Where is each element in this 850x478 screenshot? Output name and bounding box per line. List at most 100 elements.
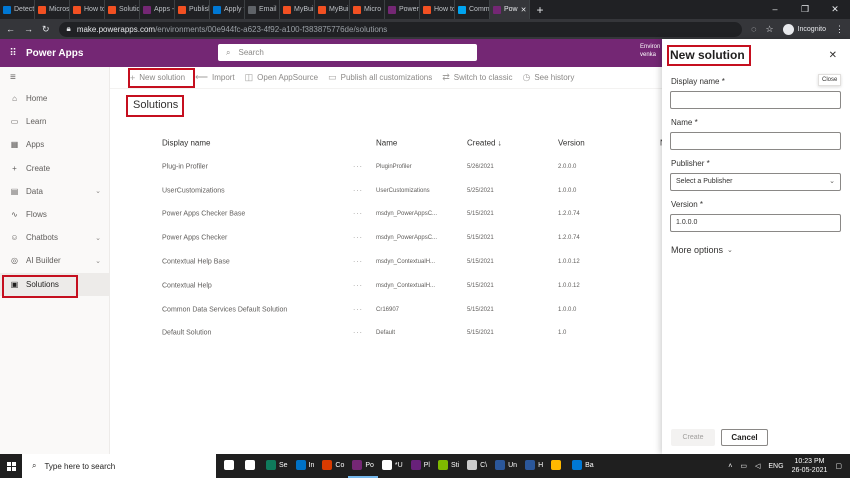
cell-display-name[interactable]: Contextual Help Base <box>162 259 230 266</box>
sidebar-item-apps[interactable]: ▦ Apps <box>0 133 109 156</box>
header-created[interactable]: Created ↓ <box>467 139 502 148</box>
table-row[interactable]: Contextual Help Base ··· msdyn_ContextualH… <box>110 250 662 274</box>
header-display-name[interactable]: Display name <box>162 139 210 148</box>
close-icon[interactable]: ✕ <box>829 50 837 61</box>
display-name-field[interactable] <box>670 91 841 109</box>
chevron-up-icon[interactable]: ˄ <box>728 463 732 470</box>
incognito-indicator[interactable]: Incognito <box>782 23 826 35</box>
table-row[interactable]: UserCustomizations ··· UserCustomizations 5… <box>110 179 662 203</box>
search-input[interactable]: ⌕ Search <box>218 44 477 61</box>
browser-tab[interactable]: How to <box>70 0 105 19</box>
taskbar-app[interactable]: *U <box>378 454 407 478</box>
cancel-button[interactable]: Cancel <box>721 429 768 446</box>
browser-tab[interactable]: Solutio <box>105 0 140 19</box>
taskbar-app[interactable] <box>220 454 241 478</box>
star-icon[interactable]: ☆ <box>766 24 774 35</box>
start-button[interactable] <box>0 454 22 478</box>
row-actions-icon[interactable]: ··· <box>353 282 363 289</box>
open-appsource-button[interactable]: ◫ Open AppSource <box>245 72 318 83</box>
more-options-toggle[interactable]: More options ⌄ <box>671 245 733 255</box>
version-field[interactable]: 1.0.0.0 <box>670 214 841 232</box>
browser-tab[interactable]: Micro <box>350 0 385 19</box>
cell-display-name[interactable]: Contextual Help <box>162 282 212 289</box>
taskbar-app[interactable] <box>547 454 568 478</box>
row-actions-icon[interactable]: ··· <box>353 330 363 337</box>
table-row[interactable]: Plug-in Profiler ··· PluginProfiler 5/26/20… <box>110 155 662 179</box>
taskbar-app[interactable]: In <box>292 454 319 478</box>
sidebar-item-chatbots[interactable]: ☺ Chatbots ⌄ <box>0 226 109 249</box>
cell-display-name[interactable]: Common Data Services Default Solution <box>162 306 287 313</box>
publisher-dropdown[interactable]: Select a Publisher ⌄ <box>670 173 841 191</box>
volume-icon[interactable]: ◁ <box>755 462 760 470</box>
chevron-down-icon[interactable]: ⌄ <box>95 257 101 265</box>
switch-classic-button[interactable]: ⇄ Switch to classic <box>442 72 512 83</box>
notifications-icon[interactable]: ▢ <box>835 462 842 470</box>
sidebar-item-learn[interactable]: ▭ Learn <box>0 110 109 133</box>
browser-tab[interactable]: Pow ✕ <box>490 0 530 19</box>
sidebar-item-solutions[interactable]: ▣ Solutions <box>0 272 109 296</box>
menu-icon[interactable]: ⋮ <box>835 24 844 35</box>
chevron-down-icon[interactable]: ⌄ <box>95 187 101 195</box>
header-name[interactable]: Name <box>376 139 397 148</box>
environment-picker[interactable]: Environ venka <box>640 43 660 59</box>
row-actions-icon[interactable]: ··· <box>353 235 363 242</box>
forward-icon[interactable]: → <box>24 24 33 34</box>
language-indicator[interactable]: ENG <box>768 463 783 470</box>
row-actions-icon[interactable]: ··· <box>353 306 363 313</box>
browser-tab[interactable]: Comm <box>455 0 490 19</box>
browser-tab[interactable]: MyBuil <box>315 0 350 19</box>
browser-tab[interactable]: Power <box>385 0 420 19</box>
row-actions-icon[interactable]: ··· <box>353 211 363 218</box>
minimize-button[interactable]: – <box>760 4 790 15</box>
waffle-icon[interactable]: ⠿ <box>0 48 26 59</box>
header-version[interactable]: Version <box>558 139 585 148</box>
back-icon[interactable]: ← <box>6 24 15 34</box>
taskbar-app[interactable]: C\ <box>463 454 491 478</box>
taskbar-app[interactable]: Sti <box>434 454 463 478</box>
create-button[interactable]: Create <box>671 429 715 446</box>
new-tab-button[interactable]: + <box>530 3 550 17</box>
browser-tab[interactable]: Detect <box>0 0 35 19</box>
clock[interactable]: 10:23 PM 26-05-2021 <box>792 457 828 475</box>
sidebar-item-data[interactable]: ▤ Data ⌄ <box>0 180 109 203</box>
publish-all-button[interactable]: ▭ Publish all customizations <box>328 72 432 83</box>
browser-tab[interactable]: Publish <box>175 0 210 19</box>
close-window-button[interactable]: ✕ <box>820 4 850 15</box>
row-actions-icon[interactable]: ··· <box>353 163 363 170</box>
name-field[interactable] <box>670 132 841 150</box>
import-button[interactable]: ⟵ Import <box>195 72 235 83</box>
browser-tab[interactable]: MyBuil <box>280 0 315 19</box>
cell-display-name[interactable]: Default Solution <box>162 330 211 337</box>
address-bar[interactable]: 🔒︎ make.powerapps.com/environments/00e94… <box>58 21 743 37</box>
app-name[interactable]: Power Apps <box>26 48 83 59</box>
see-history-button[interactable]: ◷ See history <box>522 72 574 83</box>
taskbar-app[interactable] <box>241 454 262 478</box>
sidebar-item-create[interactable]: + Create <box>0 157 109 180</box>
taskbar-app[interactable]: H <box>521 454 547 478</box>
cell-display-name[interactable]: Power Apps Checker Base <box>162 211 245 218</box>
taskbar-app[interactable]: Se <box>262 454 292 478</box>
eye-off-icon[interactable]: ◌ <box>751 24 756 34</box>
maximize-button[interactable]: ❐ <box>790 4 820 15</box>
taskbar-app[interactable]: Pl <box>407 454 434 478</box>
row-actions-icon[interactable]: ··· <box>353 259 363 266</box>
cell-display-name[interactable]: Power Apps Checker <box>162 235 227 242</box>
network-icon[interactable]: ▭ <box>740 462 747 470</box>
browser-tab[interactable]: Micros <box>35 0 70 19</box>
taskbar-app[interactable]: Un <box>491 454 521 478</box>
taskbar-app[interactable]: Co <box>318 454 348 478</box>
browser-tab[interactable]: How to <box>420 0 455 19</box>
table-row[interactable]: Default Solution ··· Default 5/15/2021 1.0 <box>110 322 662 346</box>
taskbar-search[interactable]: ⌕ Type here to search <box>22 454 216 478</box>
new-solution-button[interactable]: + New solution <box>130 73 185 83</box>
taskbar-app[interactable]: Po <box>348 454 378 478</box>
table-row[interactable]: Power Apps Checker Base ··· msdyn_PowerApp… <box>110 203 662 227</box>
table-row[interactable]: Power Apps Checker ··· msdyn_PowerAppsC...… <box>110 226 662 250</box>
cell-display-name[interactable]: UserCustomizations <box>162 187 225 194</box>
cell-display-name[interactable]: Plug-in Profiler <box>162 163 208 170</box>
row-actions-icon[interactable]: ··· <box>353 187 363 194</box>
browser-tab[interactable]: Apply t <box>210 0 245 19</box>
sidebar-item-home[interactable]: ⌂ Home <box>0 87 109 110</box>
table-row[interactable]: Common Data Services Default Solution ···… <box>110 298 662 322</box>
close-icon[interactable]: ✕ <box>521 6 527 14</box>
